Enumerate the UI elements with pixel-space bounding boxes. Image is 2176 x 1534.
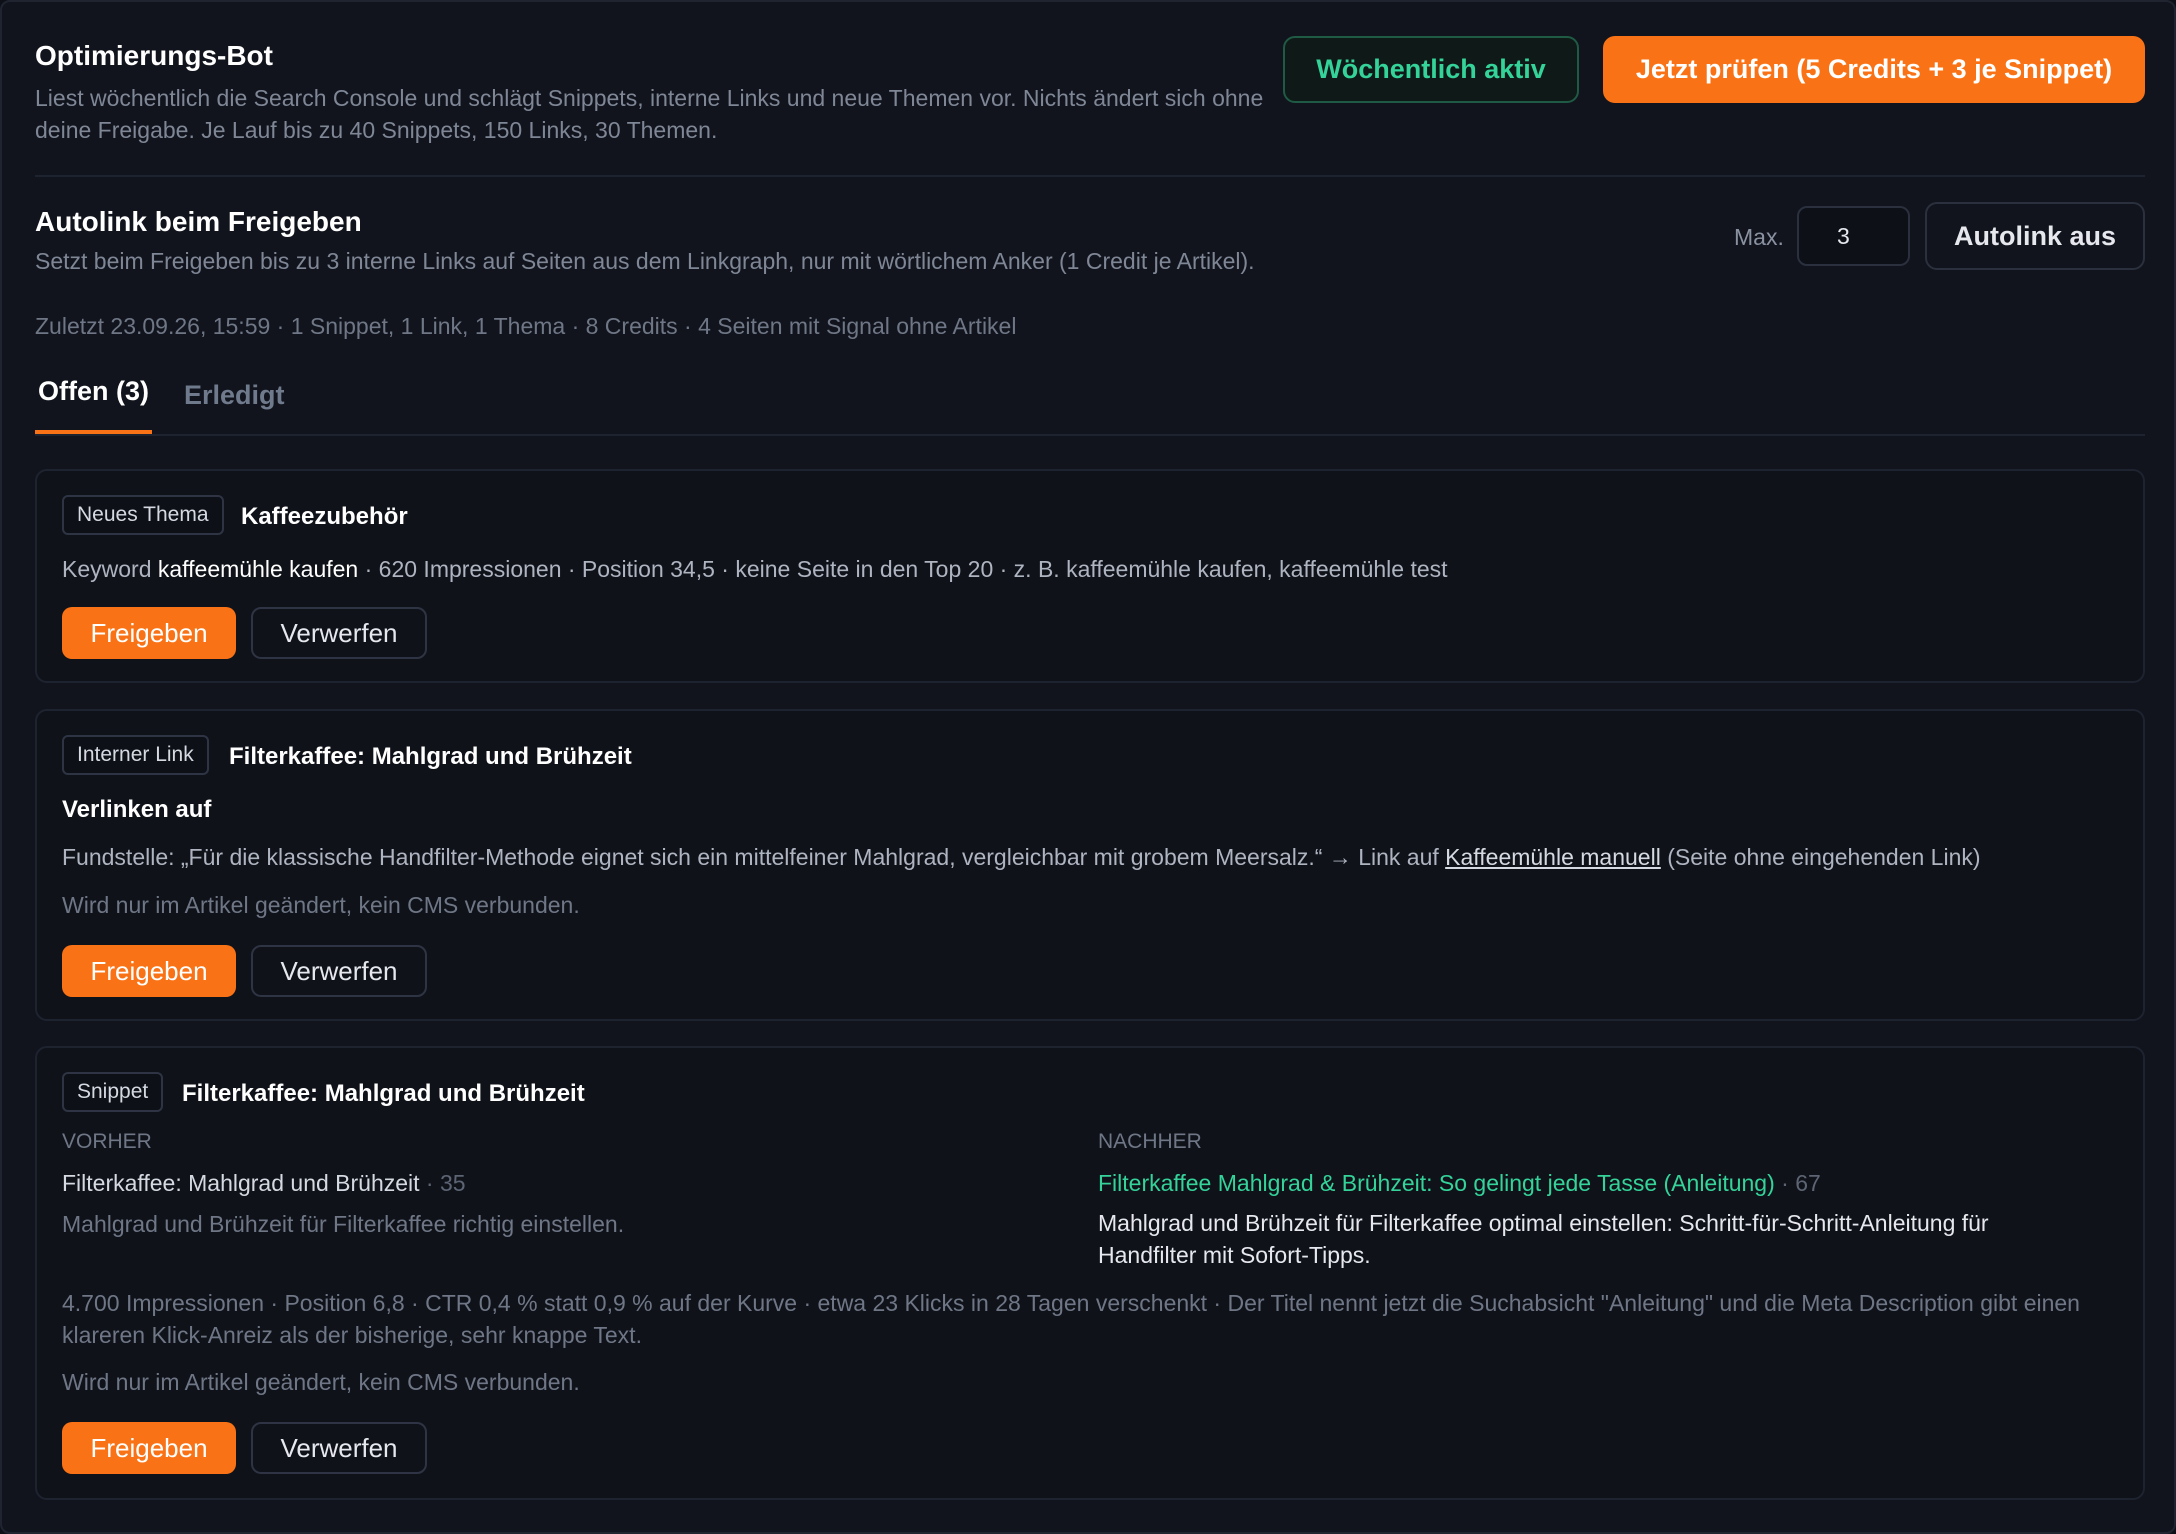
before-title-count: · 35 [419,1170,466,1196]
discard-button[interactable]: Verwerfen [251,945,427,997]
approve-button[interactable]: Freigeben [62,607,236,659]
last-run-status: Zuletzt 23.09.26, 15:59 · 1 Snippet, 1 L… [35,313,1017,339]
tab-bar: Offen (3) Erledigt [35,372,2145,436]
after-title-count: · 67 [1774,1170,1821,1196]
card-title: Filterkaffee: Mahlgrad und Brühzeit [229,743,632,770]
after-title: Filterkaffee Mahlgrad & Brühzeit: So gel… [1098,1170,1821,1197]
card-title: Filterkaffee: Mahlgrad und Brühzeit [182,1080,585,1107]
after-title-text: Filterkaffee Mahlgrad & Brühzeit: So gel… [1098,1170,1775,1196]
approve-button[interactable]: Freigeben [62,1422,236,1474]
keyword-line: Keyword kaffeemühle kaufen · 620 Impress… [62,556,1448,583]
type-badge: Snippet [62,1072,164,1112]
snippet-reason: 4.700 Impressionen · Position 6,8 · CTR … [62,1290,2080,1348]
finding-line: Fundstelle: „Für die klassische Handfilt… [62,844,1981,871]
before-title: Filterkaffee: Mahlgrad und Brühzeit · 35 [62,1170,466,1197]
tab-done[interactable]: Erledigt [184,380,285,411]
card-title: Kaffeezubehör [241,503,408,530]
after-description: Mahlgrad und Brühzeit für Filterkaffee o… [1098,1210,1989,1268]
cms-note: Wird nur im Artikel geändert, kein CMS v… [62,1369,580,1395]
finding-note: (Seite ohne eingehenden Link) [1660,844,1981,870]
before-label: Vorher [62,1130,152,1153]
header-divider [35,2,2145,177]
autolink-max-input[interactable] [1797,206,1910,266]
approve-button[interactable]: Freigeben [62,945,236,997]
autolink-max-label: Max. [1734,224,1784,250]
discard-button[interactable]: Verwerfen [251,607,427,659]
suggestion-card-internal-link: Interner Link Filterkaffee: Mahlgrad und… [35,709,2145,1021]
autolink-title: Autolink beim Freigeben [35,206,362,237]
target-page-link[interactable]: Kaffeemühle manuell [1445,844,1661,870]
cms-note: Wird nur im Artikel geändert, kein CMS v… [62,892,580,918]
link-target-heading: Verlinken auf [62,796,212,823]
keyword-prefix: Keyword [62,556,158,582]
before-description: Mahlgrad und Brühzeit für Filterkaffee r… [62,1211,625,1237]
tab-open[interactable]: Offen (3) [35,372,152,434]
before-title-text: Filterkaffee: Mahlgrad und Brühzeit [62,1170,420,1196]
keyword-stats: · 620 Impressionen · Position 34,5 · kei… [358,556,1448,582]
discard-button[interactable]: Verwerfen [251,1422,427,1474]
finding-text: Fundstelle: „Für die klassische Handfilt… [62,844,1446,870]
type-badge: Neues Thema [62,495,224,535]
autolink-toggle-button[interactable]: Autolink aus [1925,202,2145,270]
autolink-description: Setzt beim Freigeben bis zu 3 interne Li… [35,248,1255,274]
suggestion-card-topic: Neues Thema Kaffeezubehör Keyword kaffee… [35,469,2145,683]
type-badge: Interner Link [62,735,209,775]
bot-header: Optimierungs-Bot Liest wöchentlich die S… [35,2,2145,339]
bot-panel: Optimierungs-Bot Liest wöchentlich die S… [0,0,2176,1534]
keyword-value: kaffeemühle kaufen [157,556,359,582]
after-label: Nachher [1098,1130,1202,1153]
suggestion-card-snippet: Snippet Filterkaffee: Mahlgrad und Brühz… [35,1046,2145,1500]
